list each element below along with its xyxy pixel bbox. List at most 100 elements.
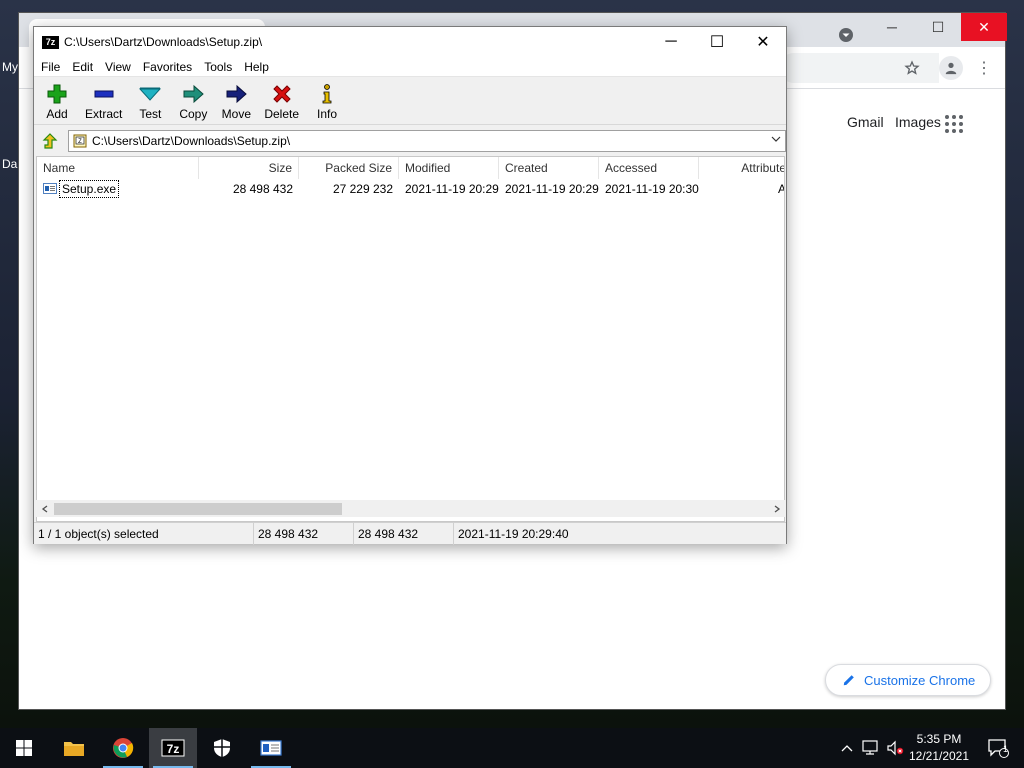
up-folder-button[interactable] [38, 129, 62, 153]
clock-date: 12/21/2021 [908, 749, 970, 763]
7zip-titlebar: 7z C:\Users\Dartz\Downloads\Setup.zip\ ─… [34, 27, 786, 57]
add-label: Add [46, 107, 68, 121]
gmail-link[interactable]: Gmail [847, 114, 884, 130]
extract-icon [93, 81, 115, 107]
7zip-logo-icon: 7z [42, 35, 59, 49]
desktop-icon-label[interactable]: Da [2, 157, 17, 171]
speaker-muted-icon [887, 740, 904, 756]
menu-favorites[interactable]: Favorites [137, 57, 198, 77]
chrome-menu-icon[interactable]: ⋮ [976, 59, 992, 77]
add-button[interactable]: Add [38, 78, 76, 124]
customize-chrome-button[interactable]: Customize Chrome [825, 664, 991, 696]
google-apps-icon[interactable] [945, 115, 963, 133]
7zip-taskbar-button[interactable]: 7z [149, 728, 197, 768]
menu-edit[interactable]: Edit [66, 57, 99, 77]
start-button[interactable] [0, 728, 48, 768]
chrome-icon [113, 738, 134, 758]
scroll-left-icon[interactable] [36, 500, 53, 517]
copy-button[interactable]: Copy [174, 78, 212, 124]
status-selection: 1 / 1 object(s) selected [34, 523, 254, 545]
bookmark-star-icon[interactable] [903, 59, 921, 77]
test-label: Test [139, 107, 162, 121]
close-button[interactable]: ✕ [740, 27, 786, 57]
chrome-taskbar-button[interactable] [99, 728, 147, 768]
scrollbar-thumb[interactable] [54, 503, 342, 515]
copy-label: Copy [179, 107, 208, 121]
minimize-button[interactable]: ─ [648, 27, 694, 57]
file-created: 2021-11-19 20:29 [505, 182, 599, 196]
app-taskbar-button[interactable] [247, 728, 295, 768]
file-explorer-taskbar-button[interactable] [50, 728, 98, 768]
menu-bar: File Edit View Favorites Tools Help [34, 57, 786, 77]
clock-time: 5:35 PM [916, 732, 962, 746]
file-size: 28 498 432 [232, 182, 293, 196]
column-header-row: Name Size Packed Size Modified Created A… [37, 157, 784, 179]
file-name[interactable]: Setup.exe [59, 180, 120, 198]
column-modified[interactable]: Modified [399, 157, 499, 179]
file-packed-size: 27 229 232 [332, 182, 393, 196]
column-name[interactable]: Name [37, 157, 199, 179]
info-label: Info [317, 107, 338, 121]
file-attributes: A [699, 180, 784, 198]
show-hidden-icons-button[interactable] [836, 728, 858, 768]
scroll-right-icon[interactable] [768, 500, 785, 517]
volume-button[interactable] [884, 728, 906, 768]
table-row[interactable]: Setup.exe 28 498 432 27 229 232 2021-11-… [37, 180, 784, 198]
menu-tools[interactable]: Tools [198, 57, 238, 77]
column-accessed[interactable]: Accessed [599, 157, 699, 179]
network-icon [862, 740, 878, 755]
folder-icon [64, 742, 84, 756]
menu-view[interactable]: View [99, 57, 137, 77]
column-packed-size[interactable]: Packed Size [299, 157, 399, 179]
column-attributes[interactable]: Attribute [699, 157, 784, 179]
move-label: Move [221, 107, 252, 121]
action-center-button[interactable]: 1 [978, 728, 1018, 768]
address-path: C:\Users\Dartz\Downloads\Setup.zip\ [92, 134, 291, 148]
horizontal-scrollbar[interactable] [36, 500, 785, 517]
status-datetime: 2021-11-19 20:29:40 [458, 527, 569, 541]
column-created[interactable]: Created [499, 157, 599, 179]
notification-count: 1 [1003, 744, 1009, 754]
windows-logo-icon [16, 740, 32, 756]
installer-icon [260, 740, 282, 756]
security-taskbar-button[interactable] [198, 728, 246, 768]
delete-button[interactable]: Delete [260, 78, 303, 124]
column-size[interactable]: Size [199, 157, 299, 179]
delete-icon [271, 81, 293, 107]
file-accessed: 2021-11-19 20:30 [605, 182, 699, 196]
status-bar: 1 / 1 object(s) selected 28 498 432 28 4… [34, 522, 786, 545]
extract-button[interactable]: Extract [81, 78, 126, 124]
desktop-icon-label[interactable]: My [2, 60, 18, 74]
up-arrow-icon [42, 133, 58, 149]
toolbar: Add Extract Test Copy Move Delete Info [34, 78, 786, 125]
menu-help[interactable]: Help [238, 57, 275, 77]
taskbar: 7z 5:35 PM 12/21/2021 1 [0, 728, 1024, 768]
move-button[interactable]: Move [217, 78, 255, 124]
chevron-up-icon [841, 745, 853, 752]
delete-label: Delete [264, 107, 300, 121]
copy-icon [182, 81, 205, 107]
customize-chrome-label: Customize Chrome [864, 672, 976, 688]
chrome-maximize-button[interactable]: ☐ [915, 13, 961, 41]
chrome-minimize-button[interactable]: ─ [869, 13, 915, 41]
chevron-down-icon[interactable] [771, 134, 781, 147]
window-title: C:\Users\Dartz\Downloads\Setup.zip\ [64, 35, 263, 49]
exe-file-icon [43, 183, 57, 194]
file-list: Name Size Packed Size Modified Created A… [36, 156, 785, 522]
maximize-button[interactable]: ☐ [694, 27, 740, 57]
zip-archive-icon: Z [73, 134, 87, 148]
network-button[interactable] [860, 728, 882, 768]
tab-search-icon[interactable] [837, 26, 855, 44]
images-link[interactable]: Images [895, 114, 941, 130]
shield-icon [214, 739, 230, 757]
svg-text:7z: 7z [167, 742, 180, 756]
info-button[interactable]: Info [308, 78, 346, 124]
7zip-icon: 7z [161, 739, 185, 757]
extract-label: Extract [85, 107, 123, 121]
clock[interactable]: 5:35 PM 12/21/2021 [906, 731, 972, 765]
profile-avatar-icon[interactable] [939, 56, 963, 80]
chrome-close-button[interactable]: ✕ [961, 13, 1007, 41]
test-button[interactable]: Test [131, 78, 169, 124]
address-combobox[interactable]: Z C:\Users\Dartz\Downloads\Setup.zip\ [68, 130, 786, 152]
menu-file[interactable]: File [35, 57, 66, 77]
